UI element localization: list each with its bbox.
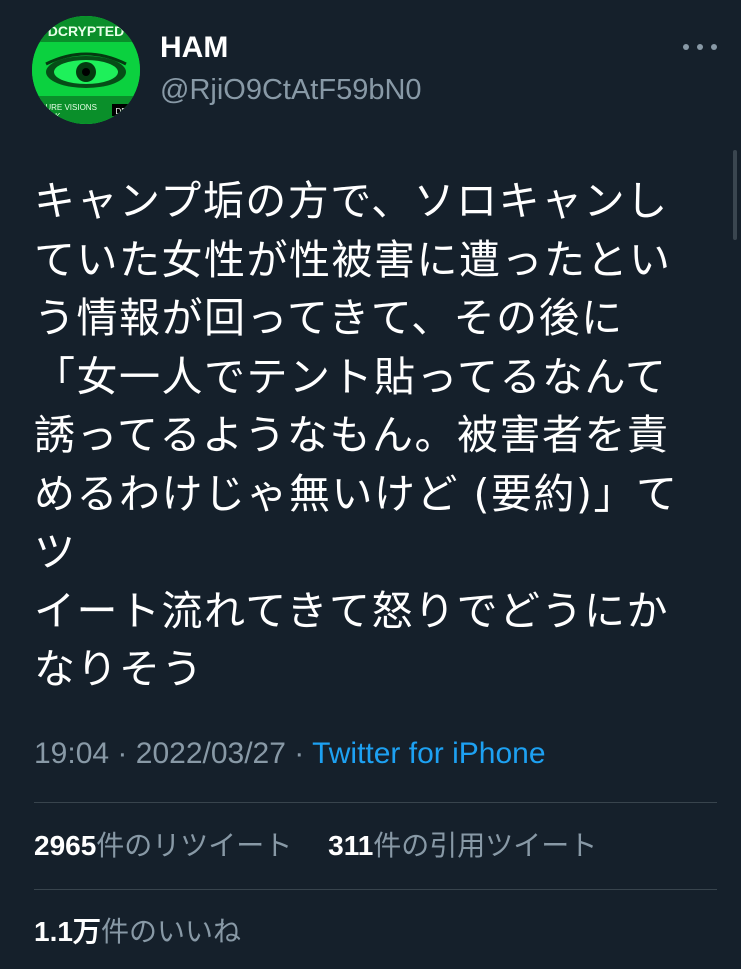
avatar-badge: DB — [115, 107, 126, 116]
avatar-image: DCRYPTED PURE VISIONS LEAK DB — [32, 16, 140, 124]
avatar-text-bottom2: LEAK — [40, 112, 61, 121]
quotes-count: 311 — [328, 830, 374, 861]
quotes-label: 件の引用ツイート — [373, 829, 598, 862]
tweet-source-link[interactable]: Twitter for iPhone — [312, 737, 545, 770]
meta-separator: · — [294, 737, 305, 770]
tweet-text: キャンプ垢の方で、ソロキャンし ていた女性が性被害に遭ったとい う情報が回ってき… — [34, 177, 679, 693]
avatar-text-bottom: PURE VISIONS — [40, 103, 97, 112]
avatar[interactable]: DCRYPTED PURE VISIONS LEAK DB — [32, 16, 140, 124]
display-name[interactable]: HAM — [160, 30, 422, 66]
tweet-meta: 19:04 · 2022/03/27 · Twitter for iPhone — [34, 734, 546, 774]
retweets-stat[interactable]: 2965件のリツイート — [34, 829, 292, 862]
retweets-count: 2965 — [34, 830, 97, 861]
scrollbar[interactable] — [733, 150, 737, 240]
tweet-date[interactable]: 2022/03/27 — [136, 737, 286, 770]
quotes-stat[interactable]: 311件の引用ツイート — [328, 829, 597, 862]
tweet-time[interactable]: 19:04 — [34, 737, 109, 770]
avatar-text-top: DCRYPTED — [48, 23, 125, 39]
tweet-detail: DCRYPTED PURE VISIONS LEAK DB HAM @RjiO9… — [0, 0, 741, 969]
stats-row-retweets: 2965件のリツイート 311件の引用ツイート — [34, 826, 597, 866]
stats-row-likes: 1.1万件のいいね — [34, 912, 241, 952]
likes-label: 件のいいね — [100, 915, 241, 948]
likes-count: 1.1万 — [34, 916, 101, 947]
likes-stat[interactable]: 1.1万件のいいね — [34, 915, 241, 948]
divider — [34, 889, 717, 890]
author-names: HAM @RjiO9CtAtF59bN0 — [160, 30, 422, 110]
user-handle[interactable]: @RjiO9CtAtF59bN0 — [160, 70, 422, 110]
divider — [34, 802, 717, 803]
more-horizontal-icon[interactable] — [683, 42, 717, 52]
tweet-header: DCRYPTED PURE VISIONS LEAK DB HAM @RjiO9… — [32, 16, 717, 126]
retweets-label: 件のリツイート — [96, 829, 293, 862]
meta-separator: · — [117, 737, 128, 770]
